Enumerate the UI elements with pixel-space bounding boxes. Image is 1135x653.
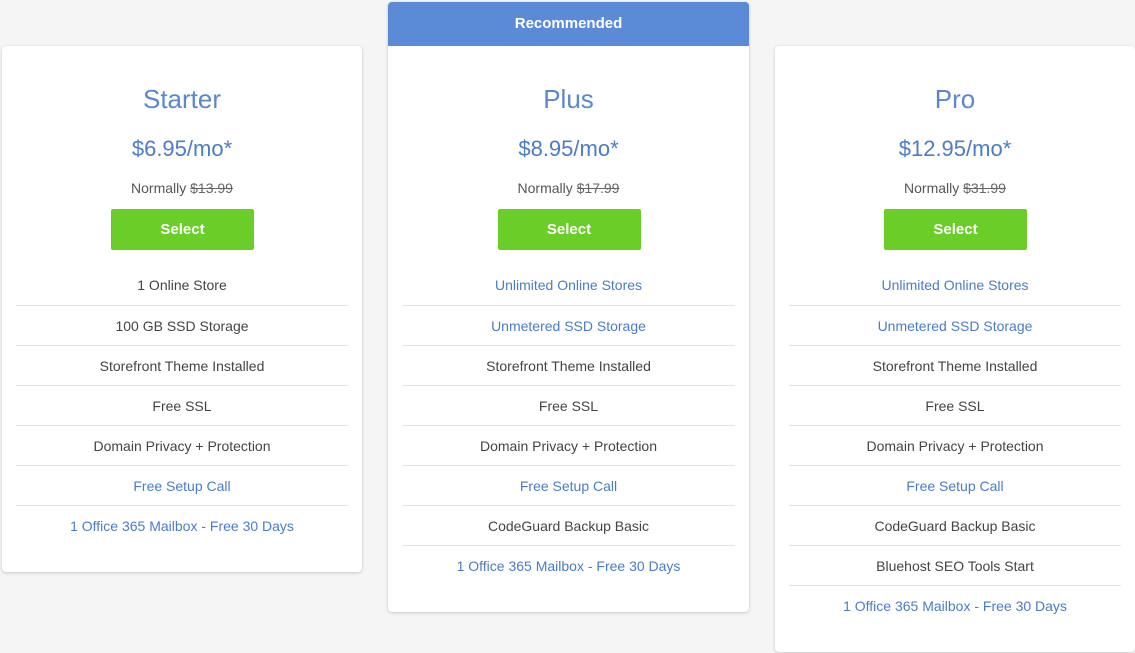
feature-list: 1 Online Store 100 GB SSD Storage Storefro…: [16, 265, 348, 545]
plan-name: Starter: [142, 84, 222, 114]
plan-price: $6.95/mo*: [131, 136, 233, 161]
normally-label: Normally: [904, 180, 960, 196]
select-button[interactable]: Select: [497, 209, 641, 250]
feature-item: Free SSL: [789, 385, 1121, 425]
feature-item[interactable]: Unlimited Online Stores: [789, 265, 1121, 305]
feature-item: Storefront Theme Installed: [789, 345, 1121, 385]
feature-list: Unlimited Online Stores Unmetered SSD Sto…: [402, 265, 735, 585]
feature-item: 1 Online Store: [137, 277, 227, 293]
feature-item[interactable]: Unmetered SSD Storage: [789, 305, 1121, 345]
feature-item: Storefront Theme Installed: [16, 345, 348, 385]
feature-item[interactable]: Free Setup Call: [402, 465, 735, 505]
normal-price-line: Normally $31.99: [775, 180, 1135, 196]
normally-label: Normally: [131, 180, 187, 196]
feature-list: Unlimited Online Stores Unmetered SSD Sto…: [789, 265, 1121, 625]
feature-item: Free SSL: [402, 385, 735, 425]
feature-item: 100 GB SSD Storage: [16, 305, 348, 345]
normal-price: $13.99: [190, 180, 233, 196]
feature-item: CodeGuard Backup Basic: [402, 505, 735, 545]
feature-item[interactable]: Unmetered SSD Storage: [402, 305, 735, 345]
feature-item: Domain Privacy + Protection: [789, 425, 1121, 465]
feature-item[interactable]: 1 Office 365 Mailbox - Free 30 Days: [16, 505, 348, 545]
normal-price: $31.99: [963, 180, 1006, 196]
normally-label: Normally: [517, 180, 573, 196]
feature-item[interactable]: Free Setup Call: [16, 465, 348, 505]
feature-item: Bluehost SEO Tools Start: [789, 545, 1121, 585]
select-button[interactable]: Select: [884, 209, 1027, 250]
feature-item[interactable]: 1 Office 365 Mailbox - Free 30 Days: [789, 585, 1121, 625]
feature-item: Storefront Theme Installed: [402, 345, 735, 385]
plan-name: Pro: [934, 84, 976, 114]
plan-price: $12.95/mo*: [898, 136, 1012, 161]
plan-price: $8.95/mo*: [518, 136, 619, 161]
feature-item[interactable]: Unlimited Online Stores: [402, 265, 735, 305]
normal-price: $17.99: [576, 180, 620, 196]
pricing-table: Starter $6.95/mo* Normally $13.99 Select…: [0, 0, 1135, 653]
normal-price-line: Normally $17.99: [388, 180, 749, 196]
plan-card-starter: Starter $6.95/mo* Normally $13.99 Select…: [2, 46, 362, 572]
feature-item: Domain Privacy + Protection: [402, 425, 735, 465]
recommended-ribbon: Recommended: [388, 2, 749, 46]
feature-item: Domain Privacy + Protection: [16, 425, 348, 465]
feature-item: Free SSL: [16, 385, 348, 425]
feature-item[interactable]: 1 Office 365 Mailbox - Free 30 Days: [402, 545, 735, 585]
normal-price-line: Normally $13.99: [2, 180, 362, 196]
plan-card-plus: Recommended Plus $8.95/mo* Normally $17.…: [388, 2, 749, 612]
feature-item[interactable]: Free Setup Call: [789, 465, 1121, 505]
select-button[interactable]: Select: [111, 209, 254, 250]
feature-item: CodeGuard Backup Basic: [789, 505, 1121, 545]
plan-name: Plus: [543, 84, 594, 114]
plan-card-pro: Pro $12.95/mo* Normally $31.99 Select Un…: [775, 46, 1135, 652]
